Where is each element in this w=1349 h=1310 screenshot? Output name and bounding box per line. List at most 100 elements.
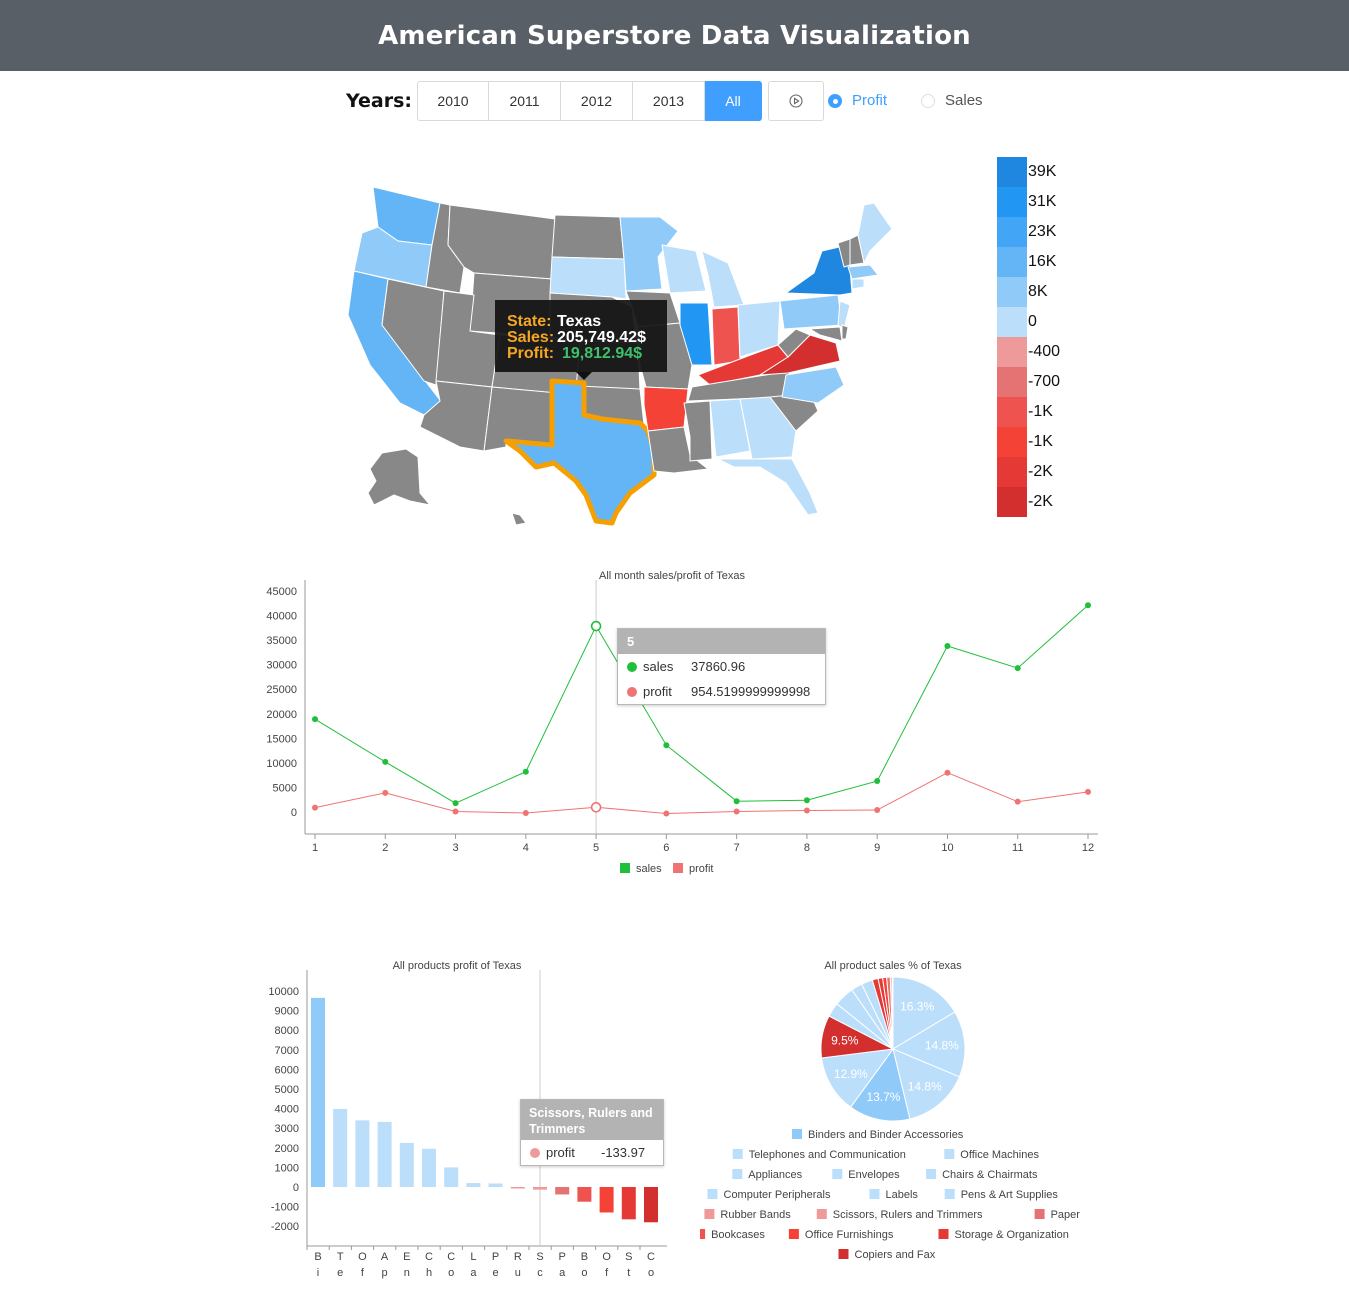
map-legend-swatch bbox=[997, 337, 1027, 367]
pie-legend-swatch bbox=[788, 1229, 799, 1239]
bar-y-tick-label: 5000 bbox=[275, 1084, 299, 1096]
legend-label-profit: profit bbox=[689, 863, 713, 875]
line-chart: All month sales/profit of Texas 0 5000 1000… bbox=[266, 570, 1098, 875]
y-tick-label: 25000 bbox=[266, 684, 297, 696]
line-chart-title: All month sales/profit of Texas bbox=[599, 570, 745, 582]
profit-point bbox=[312, 804, 318, 811]
profit-point bbox=[1085, 788, 1091, 795]
map-legend-label: -2K bbox=[1028, 493, 1053, 510]
x-tick-label: 4 bbox=[523, 842, 529, 854]
state-south-dakota[interactable] bbox=[549, 256, 627, 300]
bar-chart-tooltip: Scissors, Rulers and Trimmers profit -13… bbox=[520, 1099, 664, 1166]
line-tooltip-sales-name: sales bbox=[643, 659, 674, 674]
us-choropleth-map: State: Texas Sales: 205,749.42$ Profit: … bbox=[347, 186, 893, 526]
y-tick-label: 30000 bbox=[266, 660, 297, 672]
bar-tick-label: o bbox=[581, 1267, 587, 1279]
map-tooltip-sales-label: Sales: bbox=[507, 329, 554, 346]
year-button-2011[interactable]: 2011 bbox=[489, 80, 561, 121]
bar-tick-label: u bbox=[515, 1267, 521, 1279]
profit-point bbox=[522, 809, 529, 816]
state-alaska[interactable] bbox=[367, 448, 431, 506]
state-connecticut[interactable] bbox=[851, 278, 865, 290]
bar-tooltip-swatch bbox=[530, 1147, 540, 1158]
bar-tick-label: R bbox=[514, 1251, 522, 1263]
state-pennsylvania[interactable] bbox=[779, 294, 843, 330]
state-wisconsin[interactable] bbox=[661, 244, 707, 294]
sales-point bbox=[733, 798, 740, 805]
pie-legend-label: Copiers and Fax bbox=[855, 1249, 936, 1261]
profit-point bbox=[452, 808, 459, 815]
state-michigan[interactable] bbox=[701, 250, 745, 308]
pie-legend-label: Storage & Organization bbox=[955, 1229, 1069, 1241]
map-legend-item: -2K bbox=[997, 457, 1060, 487]
bar bbox=[355, 1120, 370, 1187]
bar bbox=[399, 1142, 414, 1187]
map-tooltip-profit-label: Profit: bbox=[507, 345, 554, 362]
bar-tick-label: C bbox=[425, 1251, 433, 1263]
state-massachusetts[interactable] bbox=[847, 264, 879, 280]
state-hawaii[interactable] bbox=[511, 512, 527, 526]
sales-point bbox=[803, 797, 810, 804]
state-maine[interactable] bbox=[857, 202, 893, 264]
radio-profit[interactable]: Profit bbox=[828, 92, 887, 109]
bar bbox=[533, 1187, 547, 1190]
map-legend-item: -700 bbox=[997, 367, 1060, 397]
map-legend-item: 0 bbox=[997, 307, 1060, 337]
bar-tick-label: a bbox=[470, 1267, 477, 1279]
pie-legend-swatch bbox=[944, 1189, 955, 1199]
pie-slice-label: 14.8% bbox=[908, 1079, 942, 1093]
state-north-dakota[interactable] bbox=[551, 214, 625, 260]
profit-point bbox=[733, 808, 740, 815]
y-tick-label: 0 bbox=[291, 807, 297, 819]
line-tooltip-profit-value: 954.5199999999998 bbox=[691, 684, 811, 699]
bar bbox=[621, 1187, 636, 1220]
map-legend-item: -2K bbox=[997, 487, 1060, 517]
state-arkansas[interactable] bbox=[643, 386, 689, 432]
year-button-2010[interactable]: 2010 bbox=[417, 80, 489, 121]
x-tick-label: 8 bbox=[804, 842, 810, 854]
bar-tick-label: e bbox=[493, 1267, 499, 1279]
radio-sales[interactable]: Sales bbox=[921, 92, 983, 109]
bar-tick-label: E bbox=[403, 1251, 410, 1263]
map-legend-item: 39K bbox=[997, 157, 1060, 187]
y-tick-label: 20000 bbox=[266, 709, 297, 721]
pie-legend-label: Chairs & Chairmats bbox=[942, 1169, 1038, 1181]
bar-tick-label: o bbox=[648, 1267, 654, 1279]
bar-tick-label: C bbox=[447, 1251, 455, 1263]
map-legend: 39K 31K 23K 16K 8K 0 -400 -700 -1K -1K -2K -2K bbox=[997, 157, 1060, 517]
map-legend-swatch bbox=[997, 307, 1027, 337]
map-tooltip-state-label: State: bbox=[507, 313, 551, 330]
state-delaware[interactable] bbox=[841, 324, 849, 340]
play-button[interactable] bbox=[768, 80, 824, 121]
year-button-2013[interactable]: 2013 bbox=[633, 80, 705, 121]
state-florida[interactable] bbox=[717, 458, 819, 516]
sales-point bbox=[522, 768, 529, 775]
bar-y-tick-label: 2000 bbox=[275, 1143, 299, 1155]
bar-tick-label: p bbox=[382, 1267, 388, 1279]
pie-legend-label: Bookcases bbox=[711, 1229, 765, 1241]
sales-point bbox=[312, 716, 318, 723]
map-legend-label: -400 bbox=[1028, 343, 1061, 360]
bar-y-tick-label: 3000 bbox=[275, 1123, 299, 1135]
map-tooltip-sales-value: 205,749.42$ bbox=[557, 329, 646, 346]
map-legend-swatch bbox=[997, 217, 1027, 247]
y-tick-label: 10000 bbox=[266, 758, 297, 770]
year-button-all[interactable]: All bbox=[705, 80, 762, 121]
bar-y-tick-label: 1000 bbox=[275, 1162, 299, 1174]
bar bbox=[577, 1187, 592, 1202]
bar-tick-label: O bbox=[358, 1251, 367, 1263]
map-legend-item: -1K bbox=[997, 427, 1060, 457]
radio-sales-label: Sales bbox=[945, 92, 983, 109]
y-tick-label: 5000 bbox=[273, 782, 297, 794]
bar-tick-label: a bbox=[559, 1267, 566, 1279]
y-tick-label: 15000 bbox=[266, 733, 297, 745]
state-indiana[interactable] bbox=[711, 306, 741, 366]
sales-point bbox=[663, 742, 670, 749]
pie-legend-swatch bbox=[792, 1129, 802, 1139]
profit-line bbox=[314, 772, 1089, 814]
year-button-2012[interactable]: 2012 bbox=[561, 80, 633, 121]
state-new-jersey[interactable] bbox=[837, 300, 851, 330]
bar-tick-label: P bbox=[559, 1251, 566, 1263]
map-legend-item: 8K bbox=[997, 277, 1060, 307]
bar-tick-label: B bbox=[314, 1251, 321, 1263]
